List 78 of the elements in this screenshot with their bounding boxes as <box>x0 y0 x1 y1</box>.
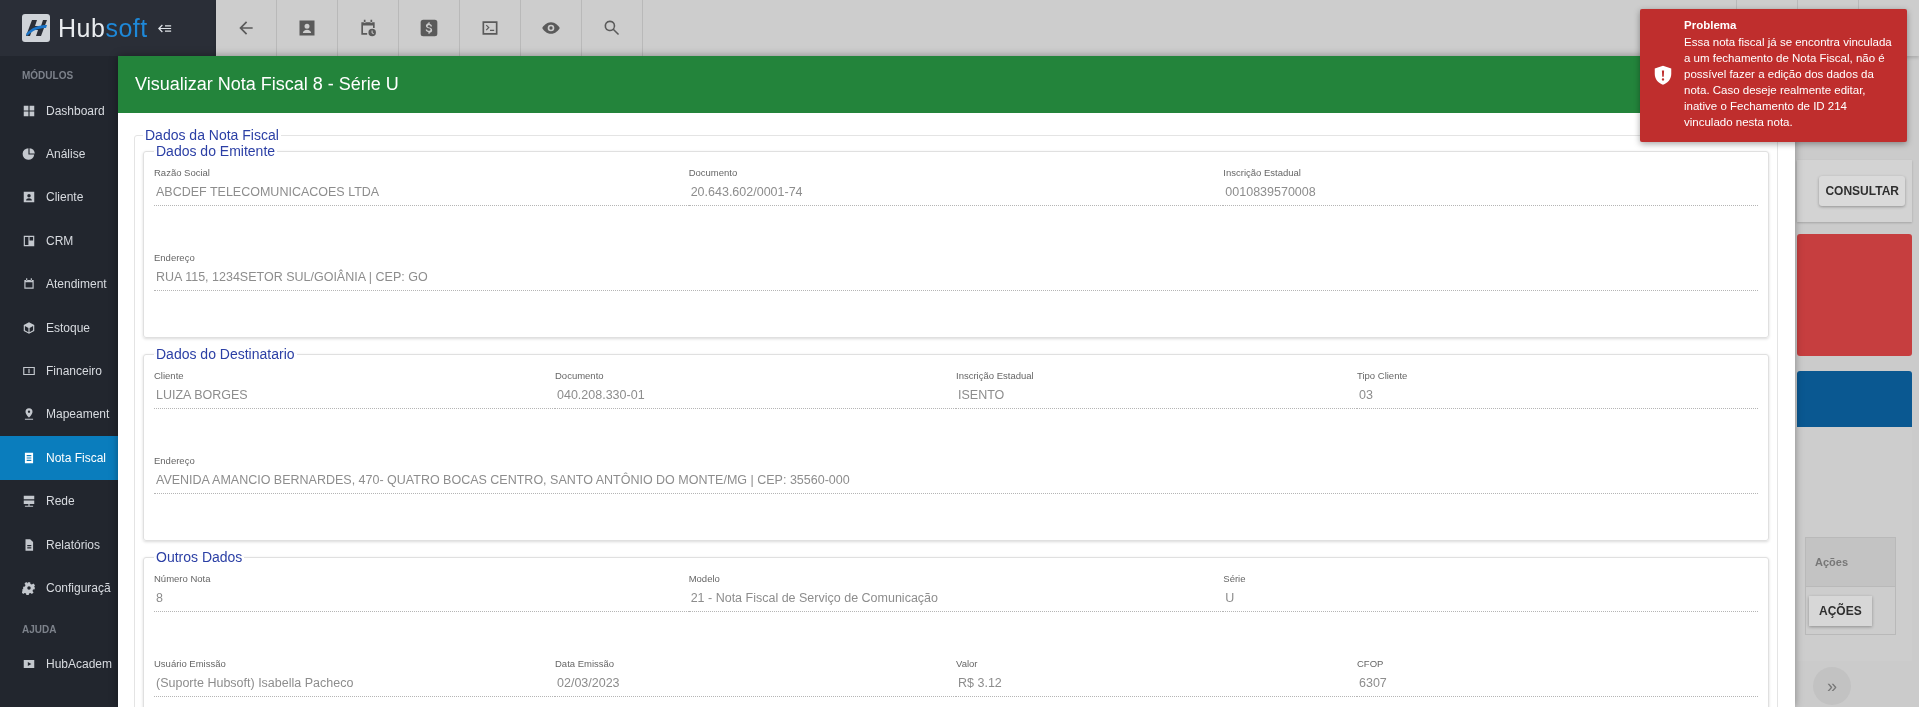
field-value: ISENTO <box>957 388 1006 402</box>
readonly-field[interactable]: Documento 20.643.602/0001-74 <box>688 167 1224 206</box>
collapse-icon[interactable] <box>157 22 172 34</box>
readonly-field[interactable]: Endereço RUA 115, 1234SETOR SUL/GOIÂNIA | CEP: GO <box>154 252 1758 291</box>
field-value: 8 <box>155 591 164 605</box>
field-value: 040.208.330-01 <box>556 388 646 402</box>
readonly-field[interactable]: Inscrição Estadual ISENTO <box>956 370 1357 409</box>
field-value: ABCDEF TELECOMUNICACOES LTDA <box>155 185 381 199</box>
toast-message: Essa nota fiscal já se encontra vinculada a um fechamento de Nota Fiscal, não é possível fazer a edição dos dados da nota. Caso deseje realmente editar, inative o Fechamento de ID 214 vinculado nesta nota. <box>1684 35 1893 130</box>
field-label: Documento <box>688 167 739 178</box>
field-label: Documento <box>555 370 605 381</box>
shield-alert-icon <box>1652 63 1674 86</box>
actions-button[interactable]: AÇÕES <box>1809 595 1872 626</box>
pie-chart-icon <box>22 147 36 162</box>
field-label: Inscrição Estadual <box>956 370 1035 381</box>
group-legend: Outros Dados <box>154 549 245 565</box>
field-value: U <box>1224 591 1236 605</box>
field-label: Modelo <box>688 573 721 584</box>
readonly-field[interactable]: Número Nota 8 <box>154 573 689 612</box>
readonly-field[interactable]: Modelo 21 - Nota Fiscal de Serviço de Comunicação <box>688 573 1224 612</box>
group-legend: Dados do Destinatario <box>154 346 297 362</box>
document-icon <box>22 450 36 465</box>
field-label: Inscrição Estadual <box>1223 167 1302 178</box>
field-value: R$ 3.12 <box>957 676 1003 690</box>
server-icon <box>22 494 36 509</box>
field-label: Usuário Emissão <box>154 658 227 669</box>
contact-card-icon[interactable] <box>297 18 317 38</box>
readonly-field[interactable]: Valor R$ 3.12 <box>956 658 1357 697</box>
sidebar-section-title: AJUDA <box>21 622 57 637</box>
readonly-field[interactable]: Tipo Cliente 03 <box>1357 370 1758 409</box>
readonly-field[interactable]: Série U <box>1223 573 1758 612</box>
field-value: 6307 <box>1358 676 1388 690</box>
settings-icon <box>22 581 36 595</box>
column-header: Ações <box>1806 538 1895 586</box>
group-legend: Dados do Emitente <box>154 143 278 159</box>
field-value: RUA 115, 1234SETOR SUL/GOIÂNIA | CEP: GO <box>155 270 429 284</box>
field-value: 03 <box>1358 388 1374 402</box>
calendar-clock-icon[interactable] <box>358 18 378 38</box>
logo-text: Hubsoft <box>58 13 148 43</box>
field-value: 20.643.602/0001-74 <box>689 185 804 199</box>
field-value: 0010839570008 <box>1224 185 1317 199</box>
readonly-field[interactable]: Inscrição Estadual 0010839570008 <box>1223 167 1758 206</box>
field-label: Endereço <box>154 252 196 263</box>
board-icon <box>22 233 36 248</box>
readonly-field[interactable]: CFOP 6307 <box>1357 658 1758 697</box>
field-label: Número Nota <box>154 573 212 584</box>
search-icon[interactable] <box>602 18 622 38</box>
toast-title: Problema <box>1684 19 1738 31</box>
dialog-title: Visualizar Nota Fiscal 8 - Série U <box>135 74 399 95</box>
readonly-field[interactable]: Razão Social ABCDEF TELECOMUNICACOES LTDA <box>154 167 689 206</box>
dollar-icon[interactable] <box>419 18 439 38</box>
field-label: Cliente <box>154 370 185 381</box>
field-value: 02/03/2023 <box>556 676 621 690</box>
terminal-icon[interactable] <box>480 18 500 38</box>
cube-icon <box>22 320 36 335</box>
consult-button[interactable]: CONSULTAR <box>1819 176 1905 206</box>
field-label: Valor <box>956 658 979 669</box>
field-label: Série <box>1223 573 1247 584</box>
section-legend: Dados da Nota Fiscal <box>143 127 281 143</box>
field-label: Data Emissão <box>555 658 616 669</box>
calendar-icon <box>22 277 36 292</box>
readonly-field[interactable]: Documento 040.208.330-01 <box>555 370 956 409</box>
field-label: Tipo Cliente <box>1357 370 1409 381</box>
field-label: Endereço <box>154 455 196 466</box>
field-value: LUIZA BORGES <box>155 388 249 402</box>
field-value: 21 - Nota Fiscal de Serviço de Comunicação <box>689 591 939 605</box>
sidebar-section-title: MÓDULOS <box>21 68 74 83</box>
logo-icon <box>22 14 50 42</box>
contact-card-icon <box>22 190 36 205</box>
readonly-field[interactable]: Cliente LUIZA BORGES <box>154 370 555 409</box>
map-pin-icon <box>22 407 36 422</box>
field-label: CFOP <box>1357 658 1385 669</box>
field-value: (Suporte Hubsoft) Isabella Pacheco <box>155 676 355 690</box>
grid-icon <box>22 103 36 118</box>
readonly-field[interactable]: Endereço AVENIDA AMANCIO BERNARDES, 470- QUATRO BOCAS CENTRO, SANTO ANTÔNIO DO MONTE/MG | CEP: 35560-000 <box>154 455 1758 494</box>
readonly-field[interactable]: Usuário Emissão (Suporte Hubsoft) Isabella Pacheco <box>154 658 555 697</box>
readonly-field[interactable]: Data Emissão 02/03/2023 <box>555 658 956 697</box>
field-label: Razão Social <box>154 167 211 178</box>
